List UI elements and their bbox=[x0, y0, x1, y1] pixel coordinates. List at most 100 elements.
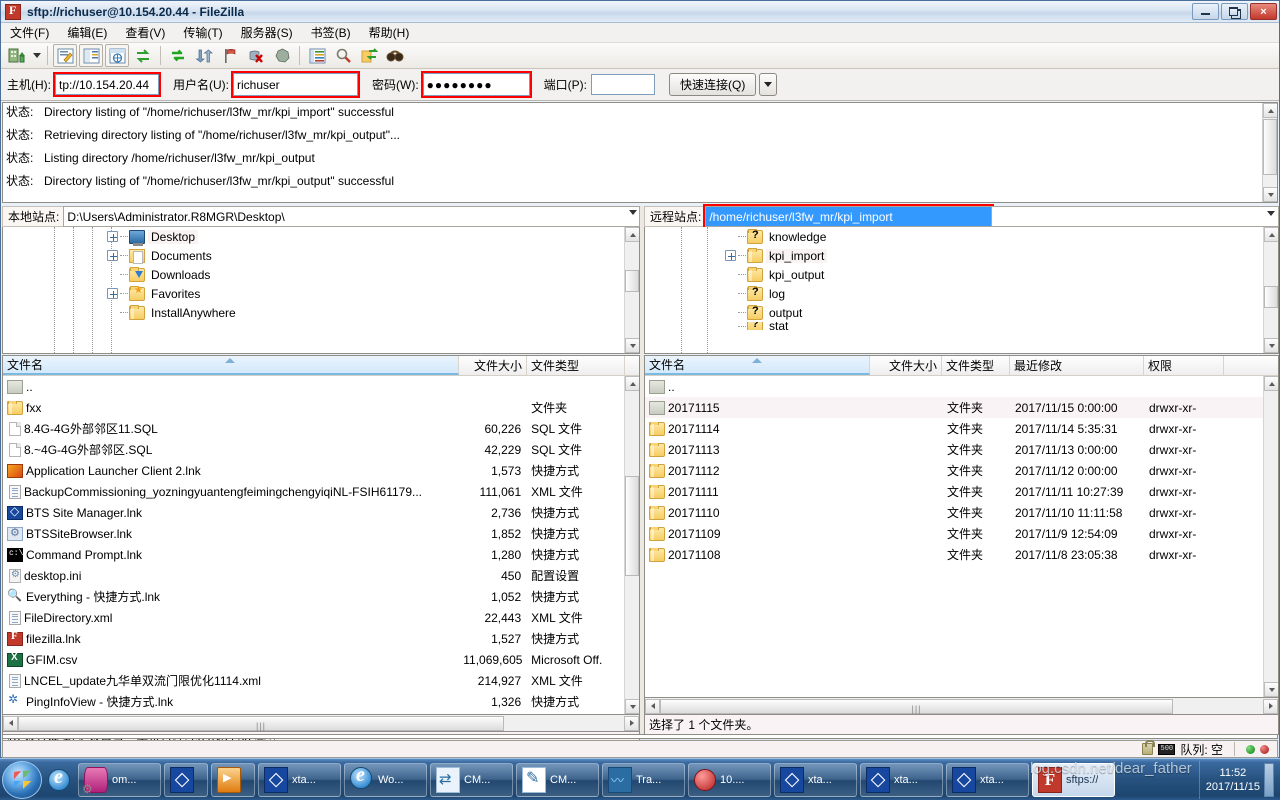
task-button[interactable]: CM... bbox=[430, 762, 513, 797]
task-button[interactable]: xta... bbox=[258, 762, 341, 797]
local-tree-scrollbar[interactable] bbox=[624, 227, 639, 353]
task-button[interactable]: 10.... bbox=[688, 762, 771, 797]
remote-list-scrollbar[interactable] bbox=[1263, 376, 1278, 697]
scroll-down-icon[interactable] bbox=[1264, 682, 1278, 697]
expand-icon[interactable] bbox=[107, 231, 118, 242]
scrollbar-thumb[interactable] bbox=[1264, 286, 1278, 308]
menu-edit[interactable]: 编辑(E) bbox=[58, 22, 116, 43]
table-row[interactable]: .. bbox=[3, 376, 624, 397]
expand-icon[interactable] bbox=[107, 250, 118, 261]
task-button[interactable]: CM... bbox=[516, 762, 599, 797]
table-row[interactable]: .. bbox=[645, 376, 1263, 397]
show-desktop-button[interactable] bbox=[1264, 762, 1274, 797]
directory-compare-icon[interactable] bbox=[305, 44, 329, 67]
task-button[interactable] bbox=[164, 762, 208, 797]
port-input[interactable] bbox=[591, 74, 655, 95]
remote-path-rest[interactable] bbox=[991, 206, 1279, 227]
tree-item-knowledge[interactable]: knowledge bbox=[645, 227, 1262, 246]
title-bar[interactable]: sftp://richuser@10.154.20.44 - FileZilla… bbox=[1, 1, 1279, 23]
remote-path-input[interactable] bbox=[705, 206, 992, 227]
remote-directory-tree[interactable]: knowledge kpi_import kpi_output bbox=[644, 227, 1279, 354]
table-row[interactable]: Command Prompt.lnk 1,280 快捷方式 bbox=[3, 544, 624, 565]
search-remote-files-icon[interactable] bbox=[331, 44, 355, 67]
scroll-up-icon[interactable] bbox=[625, 227, 639, 242]
table-row[interactable]: Everything - 快捷方式.lnk 1,052 快捷方式 bbox=[3, 586, 624, 607]
menu-bookmarks[interactable]: 书签(B) bbox=[302, 22, 360, 43]
column-header-filetype[interactable]: 文件类型 bbox=[527, 356, 625, 375]
filter-icon[interactable] bbox=[218, 44, 242, 67]
scroll-right-icon[interactable] bbox=[1263, 698, 1278, 714]
table-row[interactable]: 20171110 文件夹 2017/11/10 11:11:58 drwxr-x… bbox=[645, 502, 1263, 523]
refresh-compare-icon[interactable] bbox=[131, 44, 155, 67]
menu-view[interactable]: 查看(V) bbox=[116, 22, 174, 43]
table-row[interactable]: BackupCommissioning_yozningyuantengfeimi… bbox=[3, 481, 624, 502]
menu-file[interactable]: 文件(F) bbox=[1, 22, 58, 43]
expand-icon[interactable] bbox=[725, 250, 736, 261]
host-input[interactable] bbox=[53, 72, 161, 97]
task-button[interactable]: xta... bbox=[946, 762, 1029, 797]
tree-item-output[interactable]: output bbox=[645, 303, 1262, 322]
scroll-down-icon[interactable] bbox=[625, 699, 639, 714]
username-input[interactable] bbox=[234, 74, 352, 95]
toggle-transfer-queue-icon[interactable] bbox=[105, 44, 129, 67]
column-header-lastmodified[interactable]: 最近修改 bbox=[1010, 356, 1144, 375]
refresh-icon[interactable] bbox=[166, 44, 190, 67]
tree-item-documents[interactable]: Documents bbox=[3, 246, 623, 265]
log-scrollbar[interactable] bbox=[1262, 103, 1277, 202]
internet-explorer-icon[interactable] bbox=[46, 763, 72, 797]
task-button[interactable]: om... bbox=[78, 762, 161, 797]
tree-item-log[interactable]: log bbox=[645, 284, 1262, 303]
column-header-filename[interactable]: 文件名 bbox=[645, 356, 870, 375]
process-queue-icon[interactable] bbox=[192, 44, 216, 67]
table-row[interactable]: 20171115 文件夹 2017/11/15 0:00:00 drwxr-xr… bbox=[645, 397, 1263, 418]
chevron-down-icon[interactable] bbox=[1267, 211, 1275, 216]
task-button[interactable]: Tra... bbox=[602, 762, 685, 797]
table-row[interactable]: 20171113 文件夹 2017/11/13 0:00:00 drwxr-xr… bbox=[645, 439, 1263, 460]
scrollbar-thumb[interactable] bbox=[1263, 119, 1277, 175]
local-file-list[interactable]: 文件名 文件大小 文件类型 .. fxx 文件夹 8.4G-4G外部邻区11.S… bbox=[2, 355, 640, 715]
site-manager-dropdown-icon[interactable] bbox=[30, 44, 43, 67]
quick-connect-button[interactable]: 快速连接(Q) bbox=[669, 73, 757, 96]
task-button[interactable]: xta... bbox=[774, 762, 857, 797]
password-input[interactable] bbox=[423, 74, 524, 95]
tree-item-downloads[interactable]: Downloads bbox=[3, 265, 623, 284]
close-button[interactable]: × bbox=[1250, 3, 1277, 20]
scrollbar-thumb[interactable]: ||| bbox=[18, 715, 504, 731]
column-header-filesize[interactable]: 文件大小 bbox=[870, 356, 942, 375]
transfer-queue-pane[interactable] bbox=[2, 734, 1278, 739]
remote-file-list[interactable]: 文件名 文件大小 文件类型 最近修改 权限 .. 20171115 文件夹 20… bbox=[644, 355, 1279, 698]
hscroll-track[interactable]: ||| bbox=[660, 698, 1263, 714]
scroll-up-icon[interactable] bbox=[1264, 227, 1278, 242]
column-header-filesize[interactable]: 文件大小 bbox=[459, 356, 527, 375]
chevron-down-icon[interactable] bbox=[759, 73, 778, 96]
tree-item-desktop[interactable]: Desktop bbox=[3, 227, 623, 246]
chevron-down-icon[interactable] bbox=[629, 210, 637, 215]
table-row[interactable]: Application Launcher Client 2.lnk 1,573 … bbox=[3, 460, 624, 481]
scroll-left-icon[interactable] bbox=[3, 715, 18, 731]
scrollbar-thumb[interactable] bbox=[625, 476, 639, 576]
table-row[interactable]: GFIM.csv 11,069,605 Microsoft Off. bbox=[3, 649, 624, 670]
scroll-down-icon[interactable] bbox=[1263, 187, 1277, 202]
menu-server[interactable]: 服务器(S) bbox=[232, 22, 302, 43]
task-button-active[interactable]: sftps:// bbox=[1032, 762, 1115, 797]
table-row[interactable]: LNCEL_update九华单双流门限优化1114.xml 214,927 XM… bbox=[3, 670, 624, 691]
scroll-left-icon[interactable] bbox=[645, 698, 660, 714]
toggle-message-log-icon[interactable] bbox=[53, 44, 77, 67]
task-button[interactable] bbox=[211, 762, 255, 797]
table-row[interactable]: FileDirectory.xml 22,443 XML 文件 bbox=[3, 607, 624, 628]
table-row[interactable]: fxx 文件夹 bbox=[3, 397, 624, 418]
scrollbar-thumb[interactable]: ||| bbox=[660, 698, 1173, 714]
local-directory-tree[interactable]: Desktop Documents Downloads ★ Favorites … bbox=[2, 227, 640, 354]
clock[interactable]: 11:52 2017/11/15 bbox=[1206, 766, 1260, 794]
scroll-down-icon[interactable] bbox=[1264, 338, 1278, 353]
table-row[interactable]: BTSSiteBrowser.lnk 1,852 快捷方式 bbox=[3, 523, 624, 544]
table-row[interactable]: 20171109 文件夹 2017/11/9 12:54:09 drwxr-xr… bbox=[645, 523, 1263, 544]
scroll-down-icon[interactable] bbox=[625, 338, 639, 353]
restore-button[interactable] bbox=[1221, 3, 1248, 20]
table-row[interactable]: 8.~4G-4G外部邻区.SQL 42,229 SQL 文件 bbox=[3, 439, 624, 460]
local-path-input[interactable] bbox=[63, 206, 640, 227]
remote-horizontal-scrollbar[interactable]: ||| bbox=[644, 698, 1279, 715]
cancel-icon[interactable] bbox=[244, 44, 268, 67]
tree-item-kpi-output[interactable]: kpi_output bbox=[645, 265, 1262, 284]
disconnect-icon[interactable] bbox=[270, 44, 294, 67]
